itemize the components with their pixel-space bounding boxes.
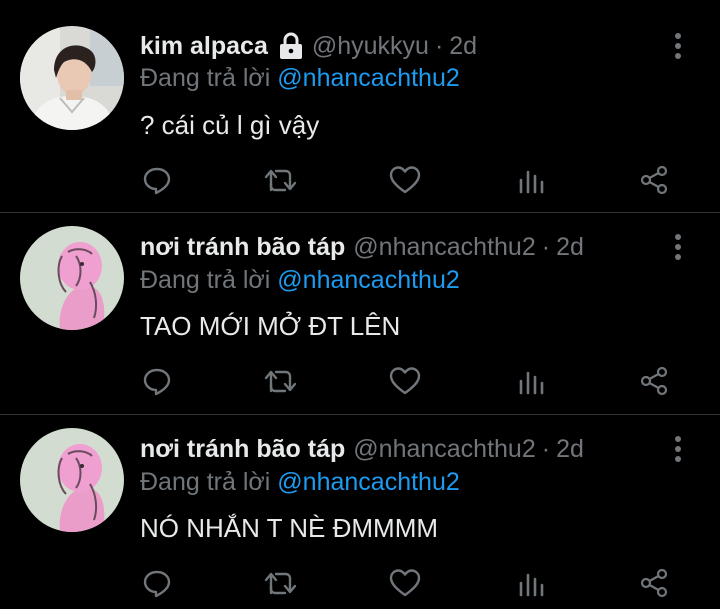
- separator: ·: [541, 232, 551, 261]
- reply-icon[interactable]: [137, 160, 177, 200]
- tweet-actions: [0, 361, 720, 401]
- replying-to: Đang trả lời @nhancachthu2: [140, 64, 460, 93]
- tweet[interactable]: nơi tránh bão táp @nhancachthu2 · 2d Đan…: [0, 415, 720, 609]
- separator: ·: [541, 434, 551, 463]
- timestamp[interactable]: 2d: [449, 32, 477, 61]
- more-options-icon[interactable]: [668, 434, 688, 464]
- share-icon[interactable]: [634, 160, 674, 200]
- display-name[interactable]: nơi tránh bão táp: [140, 233, 345, 262]
- tweet[interactable]: nơi tránh bão táp @nhancachthu2 · 2d Đan…: [0, 213, 720, 414]
- replying-prefix: Đang trả lời: [140, 468, 271, 496]
- like-icon[interactable]: [385, 563, 425, 603]
- analytics-icon[interactable]: [511, 563, 551, 603]
- tweet-text: ? cái củ l gì vậy: [140, 110, 320, 140]
- avatar[interactable]: [20, 428, 124, 532]
- separator: ·: [434, 31, 444, 60]
- more-options-icon[interactable]: [668, 31, 688, 61]
- avatar[interactable]: [20, 226, 124, 330]
- mention-link[interactable]: @nhancachthu2: [277, 468, 459, 496]
- reply-icon[interactable]: [137, 563, 177, 603]
- user-handle[interactable]: @nhancachthu2: [353, 435, 535, 464]
- tweet-actions: [0, 160, 720, 200]
- retweet-icon[interactable]: [261, 361, 301, 401]
- lock-icon: [278, 32, 304, 60]
- share-icon[interactable]: [634, 563, 674, 603]
- analytics-icon[interactable]: [511, 361, 551, 401]
- tweet-actions: [0, 563, 720, 603]
- replying-to: Đang trả lời @nhancachthu2: [140, 266, 460, 295]
- analytics-icon[interactable]: [511, 160, 551, 200]
- replying-to: Đang trả lời @nhancachthu2: [140, 468, 460, 497]
- timestamp[interactable]: 2d: [556, 435, 584, 464]
- tweet-text: TAO MỚI MỞ ĐT LÊN: [140, 311, 401, 341]
- avatar[interactable]: [20, 26, 124, 130]
- tweet-text: NÓ NHẮN T NÈ ĐMMMM: [140, 513, 439, 543]
- replying-prefix: Đang trả lời: [140, 64, 271, 92]
- user-handle[interactable]: @nhancachthu2: [353, 233, 535, 262]
- mention-link[interactable]: @nhancachthu2: [277, 266, 459, 294]
- display-name[interactable]: kim alpaca: [140, 32, 268, 61]
- like-icon[interactable]: [385, 361, 425, 401]
- retweet-icon[interactable]: [261, 160, 301, 200]
- reply-icon[interactable]: [137, 361, 177, 401]
- share-icon[interactable]: [634, 361, 674, 401]
- tweet[interactable]: kim alpaca @hyukkyu · 2d Đang trả lời @n…: [0, 0, 720, 212]
- timestamp[interactable]: 2d: [556, 233, 584, 262]
- user-handle[interactable]: @hyukkyu: [312, 32, 429, 61]
- mention-link[interactable]: @nhancachthu2: [277, 64, 459, 92]
- display-name[interactable]: nơi tránh bão táp: [140, 435, 345, 464]
- more-options-icon[interactable]: [668, 232, 688, 262]
- replying-prefix: Đang trả lời: [140, 266, 271, 294]
- like-icon[interactable]: [385, 160, 425, 200]
- retweet-icon[interactable]: [261, 563, 301, 603]
